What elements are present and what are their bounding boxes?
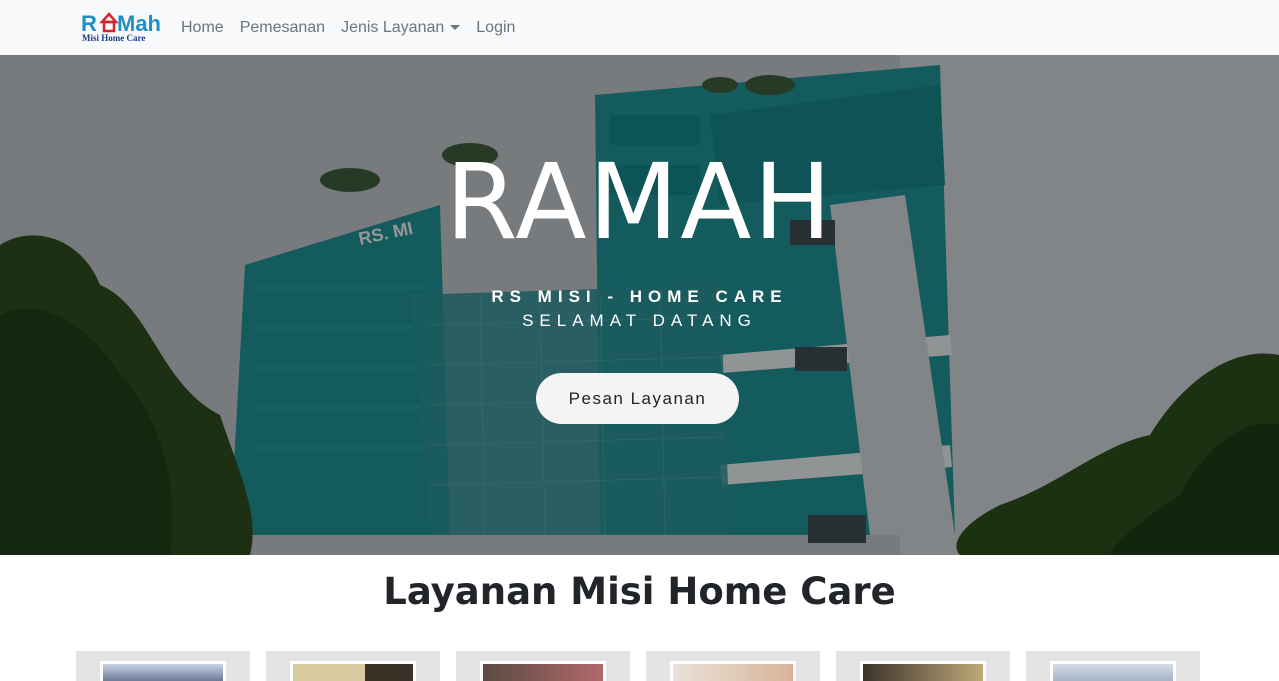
nav-login[interactable]: Login	[476, 19, 515, 37]
nav-home[interactable]: Home	[181, 19, 224, 37]
services-title: Layanan Misi Home Care	[383, 570, 896, 613]
service-card[interactable]	[456, 651, 630, 681]
nav-jenis-layanan-label: Jenis Layanan	[341, 18, 445, 36]
nav-pemesanan[interactable]: Pemesanan	[240, 19, 325, 37]
service-card[interactable]	[836, 651, 1010, 681]
service-card[interactable]	[266, 651, 440, 681]
service-thumbnail	[860, 661, 986, 681]
logo-subtitle: Misi Home Care	[82, 33, 146, 43]
brand-logo[interactable]: RAMah R Mah Misi Home Care	[81, 10, 161, 46]
hero-tagline: SELAMAT DATANG	[522, 311, 757, 330]
service-card[interactable]	[646, 651, 820, 681]
service-card[interactable]	[76, 651, 250, 681]
hero-banner: RS. MI RAMAH RS MISI - HOME CARE SELAMAT…	[0, 55, 1279, 555]
service-cards	[76, 651, 1200, 681]
hero-title: RAMAH	[445, 141, 834, 263]
service-thumbnail	[480, 661, 606, 681]
nav-jenis-layanan[interactable]: Jenis Layanan	[341, 18, 461, 37]
nav-links: Home Pemesanan Jenis Layanan Login	[181, 0, 531, 55]
service-thumbnail	[670, 661, 796, 681]
service-card[interactable]	[1026, 651, 1200, 681]
pesan-layanan-button[interactable]: Pesan Layanan	[536, 373, 739, 424]
service-thumbnail	[290, 661, 416, 681]
navbar: RAMah R Mah Misi Home Care Home Pemesana…	[0, 0, 1279, 55]
chevron-down-icon	[450, 25, 461, 30]
service-thumbnail	[1050, 661, 1176, 681]
service-thumbnail	[100, 661, 226, 681]
hero-subtitle: RS MISI - HOME CARE	[491, 287, 788, 306]
